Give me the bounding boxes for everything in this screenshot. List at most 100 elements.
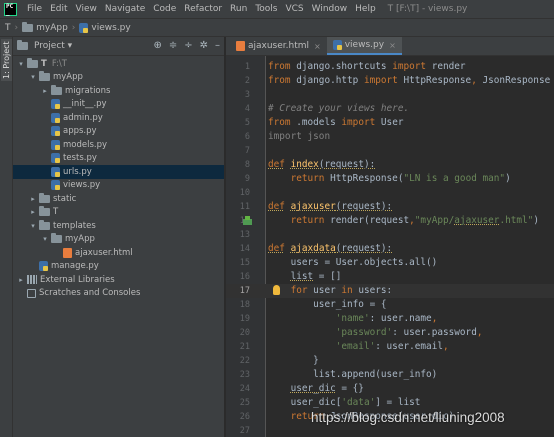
library-icon: [27, 275, 37, 285]
menu-run[interactable]: Run: [226, 4, 251, 14]
tab-label: views.py: [344, 40, 385, 50]
tree-item[interactable]: ▸ T: [13, 206, 224, 220]
chevron-down-icon[interactable]: ▾: [17, 60, 25, 68]
tree-item[interactable]: views.py: [13, 179, 224, 193]
code-line[interactable]: 16 list = []: [226, 270, 554, 284]
tree-item[interactable]: tests.py: [13, 152, 224, 166]
chevron-right-icon: ›: [14, 22, 19, 33]
hide-icon[interactable]: –: [215, 40, 220, 51]
code-text: from django.http import HttpResponse, Js…: [268, 75, 551, 86]
code-line[interactable]: 2 from django.http import HttpResponse, J…: [226, 74, 554, 88]
code-line[interactable]: 18 user_info = {: [226, 298, 554, 312]
project-tool-button[interactable]: 1: Project: [1, 39, 12, 81]
collapse-all-icon[interactable]: ÷: [184, 40, 192, 51]
tree-item[interactable]: ▾ myApp: [13, 71, 224, 85]
tree-item[interactable]: urls.py: [13, 165, 224, 179]
code-line[interactable]: 12 return render(request,"myApp/ajaxuser…: [226, 214, 554, 228]
folder-icon: [27, 57, 38, 68]
gear-icon[interactable]: ✲: [200, 40, 208, 51]
tab-ajaxuser-html[interactable]: ajaxuser.html ×: [230, 37, 327, 55]
editor: ajaxuser.html × views.py × 1 from django.sho…: [226, 37, 554, 437]
python-file-icon: [51, 99, 60, 110]
menu-help[interactable]: Help: [351, 4, 380, 14]
chevron-down-icon[interactable]: ▾: [29, 222, 37, 230]
code-text: users = User.objects.all(): [268, 257, 438, 268]
expand-all-icon[interactable]: ≑: [169, 40, 177, 51]
menu-vcs[interactable]: VCS: [281, 4, 307, 14]
tree-item[interactable]: apps.py: [13, 125, 224, 139]
close-icon[interactable]: ×: [389, 41, 396, 50]
code-text: def ajaxuser(request):: [268, 201, 393, 212]
chevron-right-icon[interactable]: ▸: [29, 208, 37, 216]
breadcrumb-folder[interactable]: myApp: [22, 21, 68, 33]
line-number: 9: [244, 174, 250, 184]
code-line[interactable]: 1 from django.shortcuts import render: [226, 60, 554, 74]
chevron-down-icon[interactable]: ▾: [29, 73, 37, 81]
code-text: return render(request,"myApp/ajaxuser.ht…: [290, 215, 539, 226]
code-line[interactable]: 8 def index(request):: [226, 158, 554, 172]
code-line[interactable]: 21 'email': user.email,: [226, 340, 554, 354]
menu-view[interactable]: View: [72, 4, 101, 14]
python-file-icon: [332, 40, 342, 50]
chevron-right-icon[interactable]: ▸: [29, 195, 37, 203]
project-view-selector[interactable]: Project ▾: [34, 41, 72, 51]
tree-item[interactable]: ▾ T F:\T: [13, 57, 224, 71]
menu-file[interactable]: File: [23, 4, 46, 14]
locate-target-icon[interactable]: ⊕: [153, 40, 161, 51]
code-line[interactable]: 20 'password': user.password,: [226, 326, 554, 340]
code-line[interactable]: 23 list.append(user_info): [226, 368, 554, 382]
code-line[interactable]: 15 users = User.objects.all(): [226, 256, 554, 270]
django-template-icon[interactable]: [243, 216, 252, 225]
code-line[interactable]: 19 'name': user.name,: [226, 312, 554, 326]
code-line[interactable]: 27: [226, 424, 554, 437]
close-icon[interactable]: ×: [314, 42, 321, 51]
code-line[interactable]: 10: [226, 186, 554, 200]
chevron-down-icon[interactable]: ▾: [41, 235, 49, 243]
code-line[interactable]: 6 import json: [226, 130, 554, 144]
tree-item[interactable]: ▾ myApp: [13, 233, 224, 247]
tree-item[interactable]: ▸ migrations: [13, 84, 224, 98]
breadcrumb-root[interactable]: T: [5, 23, 11, 33]
menu-edit[interactable]: Edit: [46, 4, 71, 14]
tree-item[interactable]: models.py: [13, 138, 224, 152]
code-text: # Create your views here.: [268, 103, 410, 114]
code-line[interactable]: 9 return HttpResponse("LN is a good man"…: [226, 172, 554, 186]
watermark: https://blog.csdn.net/liuning2008: [311, 410, 505, 425]
code-line[interactable]: 17 for user in users:: [226, 284, 554, 298]
tree-item[interactable]: ajaxuser.html: [13, 246, 224, 260]
tree-item[interactable]: ▸ External Libraries: [13, 273, 224, 287]
menu-code[interactable]: Code: [149, 4, 180, 14]
python-file-icon: [39, 261, 48, 272]
code-line[interactable]: 11 def ajaxuser(request):: [226, 200, 554, 214]
menu-window[interactable]: Window: [308, 4, 352, 14]
menu-refactor[interactable]: Refactor: [180, 4, 226, 14]
code-area[interactable]: 1 from django.shortcuts import render 2 fro…: [226, 56, 554, 437]
code-text: for user in users:: [290, 285, 393, 296]
menu-navigate[interactable]: Navigate: [101, 4, 149, 14]
code-line[interactable]: 22 }: [226, 354, 554, 368]
project-pane-header: Project ▾ ⊕ ≑ ÷ ✲ –: [13, 37, 224, 56]
tree-item[interactable]: manage.py: [13, 260, 224, 274]
code-line[interactable]: 14 def ajaxdata(request):: [226, 242, 554, 256]
tree-item[interactable]: admin.py: [13, 111, 224, 125]
code-line[interactable]: 25 user_dic['data'] = list: [226, 396, 554, 410]
tree-item-label: views.py: [63, 180, 101, 191]
code-line[interactable]: 5 from .models import User: [226, 116, 554, 130]
scratches-icon: [27, 288, 36, 298]
menu-tools[interactable]: Tools: [251, 4, 281, 14]
breadcrumb-file[interactable]: views.py: [79, 22, 131, 33]
code-line[interactable]: 24 user_dic = {}: [226, 382, 554, 396]
project-tree: ▾ T F:\T ▾ myApp ▸ migrations __init__.py admin.…: [13, 56, 224, 300]
code-line[interactable]: 3: [226, 88, 554, 102]
chevron-right-icon[interactable]: ▸: [41, 87, 49, 95]
tree-item[interactable]: Scratches and Consoles: [13, 287, 224, 301]
tree-item[interactable]: ▾ templates: [13, 219, 224, 233]
code-line[interactable]: 13: [226, 228, 554, 242]
tree-item[interactable]: __init__.py: [13, 98, 224, 112]
chevron-right-icon[interactable]: ▸: [17, 276, 25, 284]
python-file-icon: [51, 166, 60, 177]
tree-item[interactable]: ▸ static: [13, 192, 224, 206]
code-line[interactable]: 7: [226, 144, 554, 158]
tab-views-py[interactable]: views.py ×: [326, 37, 402, 55]
code-line[interactable]: 4 # Create your views here.: [226, 102, 554, 116]
